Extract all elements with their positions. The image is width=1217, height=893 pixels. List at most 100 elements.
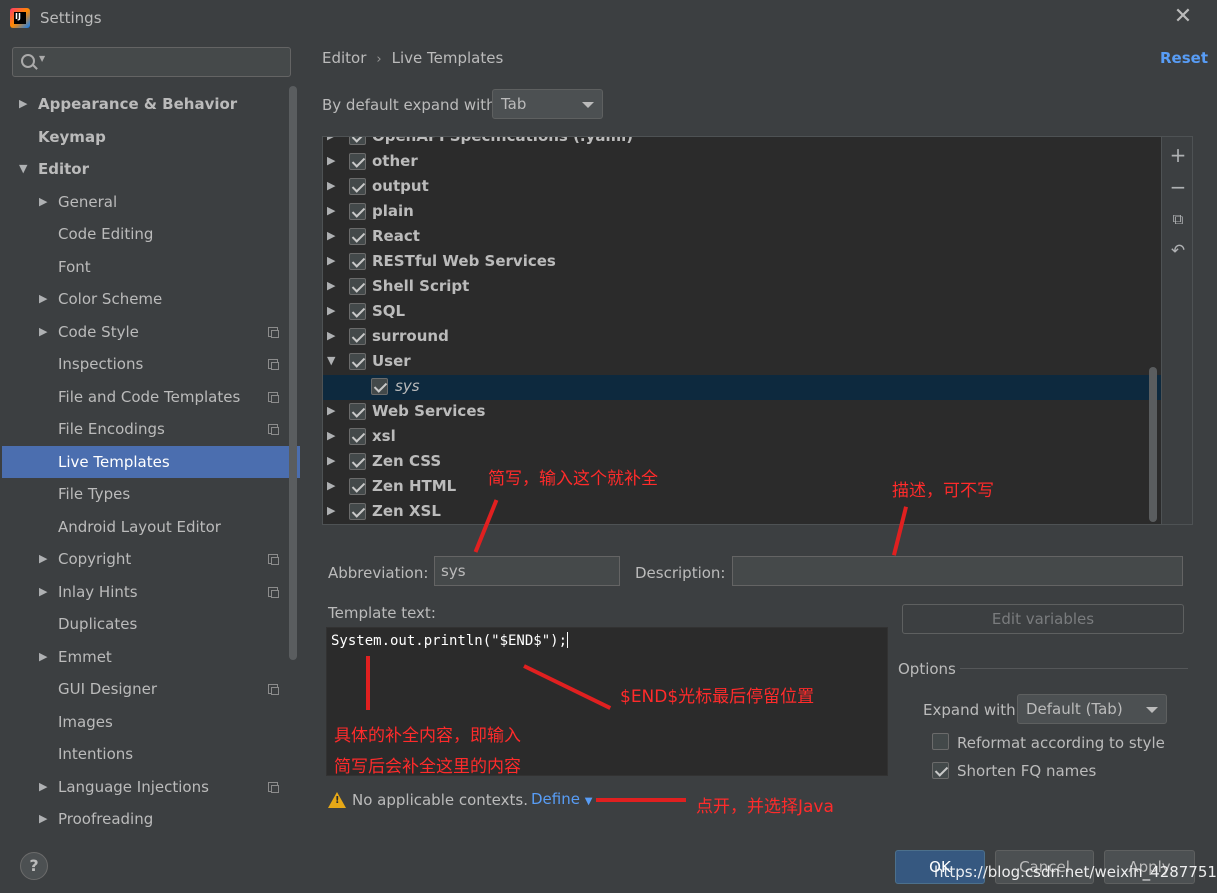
- tree-group[interactable]: ▶ React: [323, 225, 1161, 250]
- revert-icon[interactable]: ↶: [1168, 241, 1188, 261]
- tree-group-user[interactable]: ▼ User: [323, 350, 1161, 375]
- expand-arrow-icon[interactable]: ▶: [327, 329, 335, 342]
- tree-group[interactable]: ▶ Zen CSS: [323, 450, 1161, 475]
- reset-link[interactable]: Reset: [1160, 49, 1208, 67]
- sidebar-item-file-code-templates[interactable]: File and Code Templates: [2, 381, 300, 413]
- expand-arrow-icon[interactable]: ▶: [39, 576, 47, 608]
- tree-scrollbar[interactable]: [1149, 367, 1157, 522]
- expand-arrow-icon[interactable]: ▶: [327, 137, 335, 142]
- tree-group[interactable]: ▶ plain: [323, 200, 1161, 225]
- sidebar-item-live-templates[interactable]: Live Templates: [2, 446, 300, 478]
- help-button[interactable]: ?: [20, 852, 48, 880]
- expand-arrow-icon[interactable]: ▶: [327, 504, 335, 517]
- sidebar-item-language-injections[interactable]: ▶ Language Injections: [2, 771, 300, 803]
- sidebar-scrollbar[interactable]: [289, 86, 297, 660]
- sidebar-item-inlay-hints[interactable]: ▶ Inlay Hints: [2, 576, 300, 608]
- group-checkbox[interactable]: [349, 137, 366, 145]
- expand-arrow-icon[interactable]: ▶: [327, 254, 335, 267]
- sidebar-item-emmet[interactable]: ▶ Emmet: [2, 641, 300, 673]
- group-checkbox[interactable]: [349, 178, 366, 195]
- expand-arrow-icon[interactable]: ▶: [327, 479, 335, 492]
- group-checkbox[interactable]: [349, 328, 366, 345]
- sidebar-item-intentions[interactable]: Intentions: [2, 738, 300, 770]
- group-checkbox[interactable]: [349, 453, 366, 470]
- remove-icon[interactable]: −: [1168, 177, 1188, 197]
- sidebar-item-color-scheme[interactable]: ▶ Color Scheme: [2, 283, 300, 315]
- sidebar-item-file-types[interactable]: File Types: [2, 478, 300, 510]
- tree-group[interactable]: ▶ other: [323, 150, 1161, 175]
- group-checkbox[interactable]: [349, 203, 366, 220]
- tree-group[interactable]: ▶ Zen XSL: [323, 500, 1161, 524]
- sidebar-item-editor[interactable]: ▼ Editor: [2, 153, 300, 185]
- sidebar-item-general[interactable]: ▶ General: [2, 186, 300, 218]
- tree-group[interactable]: ▶ Zen HTML: [323, 475, 1161, 500]
- expand-arrow-icon[interactable]: ▶: [327, 279, 335, 292]
- sidebar-item-images[interactable]: Images: [2, 706, 300, 738]
- close-icon[interactable]: ✕: [1172, 6, 1194, 28]
- tree-group[interactable]: ▶ surround: [323, 325, 1161, 350]
- tree-group[interactable]: ▶ Shell Script: [323, 275, 1161, 300]
- expand-arrow-icon[interactable]: ▶: [327, 404, 335, 417]
- collapse-arrow-icon[interactable]: ▼: [19, 153, 27, 185]
- copy-icon[interactable]: ⧉: [1168, 209, 1188, 229]
- group-checkbox[interactable]: [349, 428, 366, 445]
- expand-arrow-icon[interactable]: ▶: [39, 186, 47, 218]
- expand-arrow-icon[interactable]: ▶: [327, 454, 335, 467]
- group-checkbox[interactable]: [349, 503, 366, 520]
- sidebar-item-gui-designer[interactable]: GUI Designer: [2, 673, 300, 705]
- group-checkbox[interactable]: [349, 303, 366, 320]
- sidebar-item-android-layout-editor[interactable]: Android Layout Editor: [2, 511, 300, 543]
- group-checkbox[interactable]: [349, 278, 366, 295]
- define-contexts-link[interactable]: Define ▼: [531, 790, 592, 808]
- group-checkbox[interactable]: [349, 253, 366, 270]
- expand-arrow-icon[interactable]: ▶: [19, 88, 27, 120]
- description-field[interactable]: [732, 556, 1183, 586]
- expand-arrow-icon[interactable]: ▶: [39, 641, 47, 673]
- expand-arrow-icon[interactable]: ▶: [327, 204, 335, 217]
- expand-arrow-icon[interactable]: ▶: [327, 429, 335, 442]
- expand-arrow-icon[interactable]: ▶: [39, 803, 47, 835]
- expand-arrow-icon[interactable]: ▶: [39, 771, 47, 803]
- tree-group[interactable]: ▶ output: [323, 175, 1161, 200]
- edit-variables-button[interactable]: Edit variables: [902, 604, 1184, 634]
- sidebar-item-code-editing[interactable]: Code Editing: [2, 218, 300, 250]
- default-expand-select[interactable]: Tab: [492, 89, 603, 119]
- collapse-arrow-icon[interactable]: ▼: [327, 354, 335, 367]
- expand-arrow-icon[interactable]: ▶: [327, 304, 335, 317]
- search-input[interactable]: ▼: [12, 47, 291, 77]
- sidebar-item-label: Android Layout Editor: [58, 518, 221, 536]
- sidebar-item-keymap[interactable]: Keymap: [2, 121, 300, 153]
- group-checkbox[interactable]: [349, 153, 366, 170]
- group-checkbox[interactable]: [349, 478, 366, 495]
- expand-arrow-icon[interactable]: ▶: [327, 229, 335, 242]
- sidebar-item-copyright[interactable]: ▶ Copyright: [2, 543, 300, 575]
- expand-arrow-icon[interactable]: ▶: [39, 316, 47, 348]
- abbreviation-field[interactable]: sys: [434, 556, 620, 586]
- search-options-icon[interactable]: ▼: [39, 54, 45, 63]
- sidebar-item-inspections[interactable]: Inspections: [2, 348, 300, 380]
- sidebar-item-appearance-behavior[interactable]: ▶ Appearance & Behavior: [2, 88, 300, 120]
- expand-arrow-icon[interactable]: ▶: [39, 283, 47, 315]
- tree-template-sys[interactable]: sys: [323, 375, 1161, 400]
- group-checkbox[interactable]: [349, 353, 366, 370]
- group-checkbox[interactable]: [349, 228, 366, 245]
- tree-group[interactable]: ▶ Web Services: [323, 400, 1161, 425]
- sidebar-item-proofreading[interactable]: ▶ Proofreading: [2, 803, 300, 835]
- expand-arrow-icon[interactable]: ▶: [39, 543, 47, 575]
- sidebar-item-font[interactable]: Font: [2, 251, 300, 283]
- shorten-fq-checkbox[interactable]: [932, 762, 949, 779]
- tree-group[interactable]: ▶ RESTful Web Services: [323, 250, 1161, 275]
- template-checkbox[interactable]: [371, 378, 388, 395]
- expand-arrow-icon[interactable]: ▶: [327, 154, 335, 167]
- sidebar-item-file-encodings[interactable]: File Encodings: [2, 413, 300, 445]
- sidebar-item-code-style[interactable]: ▶ Code Style: [2, 316, 300, 348]
- add-icon[interactable]: +: [1168, 145, 1188, 165]
- tree-group[interactable]: ▶ xsl: [323, 425, 1161, 450]
- expand-with-select[interactable]: Default (Tab): [1017, 694, 1167, 724]
- tree-group[interactable]: ▶ SQL: [323, 300, 1161, 325]
- reformat-checkbox[interactable]: [932, 733, 949, 750]
- group-checkbox[interactable]: [349, 403, 366, 420]
- expand-arrow-icon[interactable]: ▶: [327, 179, 335, 192]
- sidebar-item-duplicates[interactable]: Duplicates: [2, 608, 300, 640]
- tree-group[interactable]: ▶ OpenAPI Specifications (.yaml): [323, 137, 1161, 150]
